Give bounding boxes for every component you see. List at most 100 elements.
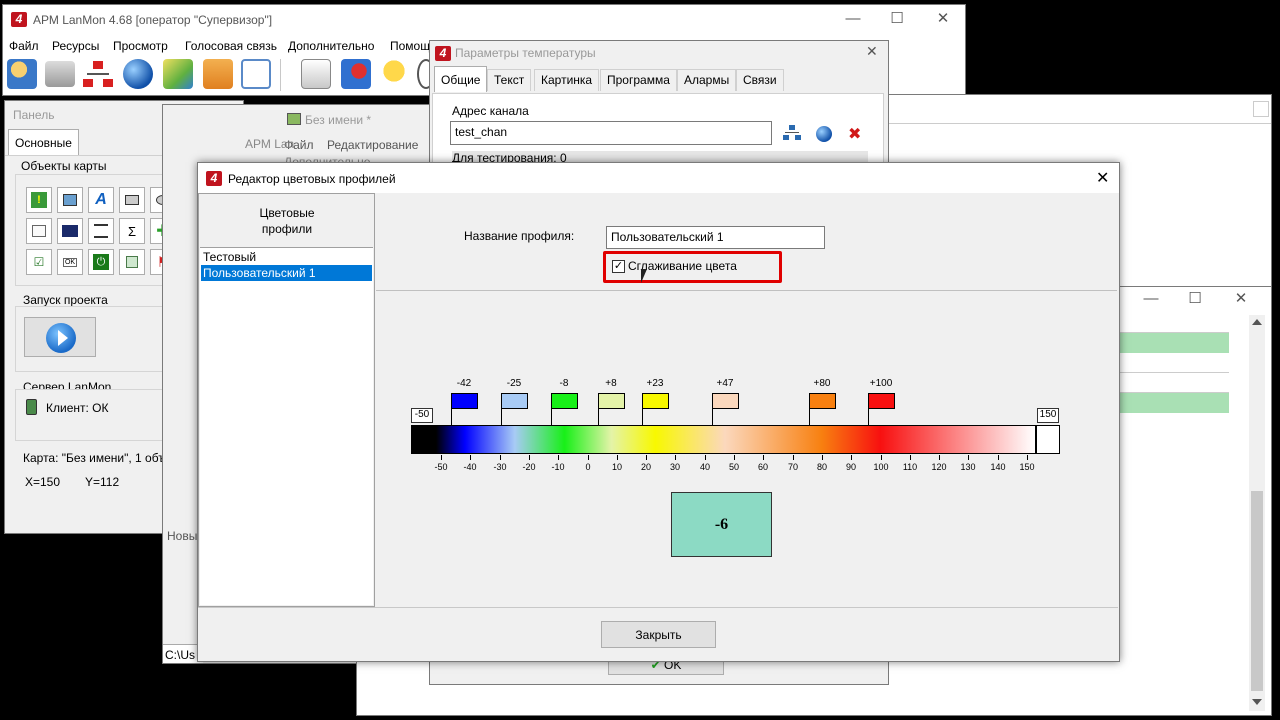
scale-tick-label: 130 [960, 462, 976, 472]
rectangle-object-icon[interactable] [119, 187, 145, 213]
editor-close-icon[interactable]: ✕ [1096, 168, 1109, 188]
tab-alarms[interactable]: Алармы [677, 69, 737, 91]
max-color-swatch[interactable] [1036, 425, 1060, 454]
marker-line [642, 409, 643, 426]
right-maximize-button[interactable]: ☐ [1175, 287, 1215, 311]
tab-main[interactable]: Основные [8, 129, 79, 155]
server-icon[interactable] [45, 61, 75, 87]
bell-icon[interactable] [379, 59, 409, 89]
tab-links[interactable]: Связи [736, 69, 784, 91]
scale-tick [998, 455, 999, 460]
doc-menu-edit[interactable]: Редактирование [327, 138, 418, 152]
channel-delete-icon[interactable]: ✖ [848, 124, 861, 144]
chart-object-icon[interactable] [26, 218, 52, 244]
table-row[interactable] [1117, 353, 1229, 373]
profile-item-selected[interactable]: Пользовательский 1 [201, 265, 372, 281]
menu-view[interactable]: Просмотр [113, 39, 168, 53]
scale-tick [617, 455, 618, 460]
close-button[interactable]: ✕ [923, 7, 963, 31]
scale-tick-label: 10 [611, 462, 622, 472]
min-color-swatch[interactable] [411, 425, 435, 454]
menu-help[interactable]: Помощ [390, 39, 430, 53]
tab-program[interactable]: Программа [600, 69, 677, 91]
scroll-thumb[interactable] [1251, 491, 1263, 691]
globe-icon[interactable] [123, 59, 153, 89]
temp-params-tabbar: Общие Текст Картинка Программа Алармы Св… [434, 66, 834, 93]
color-gradient-bar[interactable] [435, 425, 1036, 454]
editor-title: Редактор цветовых профилей [228, 172, 396, 186]
right-close-button[interactable]: ✕ [1221, 287, 1261, 311]
text-object-icon[interactable]: A [88, 187, 114, 213]
launch-project-button[interactable] [24, 317, 96, 357]
scale-tick-label: 80 [816, 462, 827, 472]
temp-params-title: Параметры температуры [455, 46, 596, 60]
copy-object-icon[interactable] [119, 249, 145, 275]
table-row[interactable] [1117, 317, 1229, 333]
marker-swatch[interactable] [451, 393, 478, 409]
marker-label: -42 [456, 378, 472, 389]
shapes-icon[interactable] [341, 59, 371, 89]
scale-tick [470, 455, 471, 460]
main-menubar: Файл Ресурсы Просмотр Голосовая связь До… [3, 37, 433, 57]
tab-text[interactable]: Текст [487, 69, 532, 91]
checkbox-object-icon[interactable]: ☑ [26, 249, 52, 275]
script-icon[interactable] [301, 59, 331, 89]
scroll-up-icon[interactable] [1252, 319, 1262, 325]
minimize-button[interactable]: — [833, 7, 873, 31]
scale-tick [793, 455, 794, 460]
scale-tick-label: -50 [434, 462, 448, 472]
channel-tree-icon[interactable] [783, 125, 801, 141]
table-row[interactable] [1117, 333, 1229, 353]
marker-swatch[interactable] [501, 393, 528, 409]
close-editor-button[interactable]: Закрыть [601, 621, 716, 648]
channel-globe-icon[interactable] [816, 126, 832, 142]
table-row[interactable] [1117, 373, 1229, 393]
marker-swatch[interactable] [598, 393, 625, 409]
profile-name-input[interactable]: Пользовательский 1 [606, 226, 825, 249]
right-minimize-button[interactable]: — [1131, 287, 1171, 311]
list-object-icon[interactable] [88, 218, 114, 244]
menu-resources[interactable]: Ресурсы [52, 39, 99, 53]
main-window-title: АРМ LanMon 4.68 [оператор "Супервизор"] [33, 13, 273, 27]
maximize-button[interactable]: ☐ [877, 7, 917, 31]
window-grid-icon[interactable] [241, 59, 271, 89]
marker-label: +100 [869, 378, 893, 389]
right-scrollbar[interactable] [1249, 315, 1265, 711]
channel-input[interactable]: test_chan [450, 121, 772, 145]
marker-swatch[interactable] [642, 393, 669, 409]
marker-swatch[interactable] [551, 393, 578, 409]
formula-object-icon[interactable]: Σ [119, 218, 145, 244]
boxes-icon[interactable] [203, 59, 233, 89]
scale-tick [1027, 455, 1028, 460]
scale-tick [705, 455, 706, 460]
warning-object-icon[interactable]: ! [26, 187, 52, 213]
network-icon[interactable] [83, 61, 113, 91]
scroll-down-icon[interactable] [1252, 699, 1262, 705]
power-object-icon[interactable]: ⏻ [88, 249, 114, 275]
tab-general[interactable]: Общие [434, 66, 488, 92]
min-value-box[interactable]: -50 [411, 408, 433, 423]
users-icon[interactable] [7, 59, 37, 89]
max-value-box[interactable]: 150 [1037, 408, 1059, 423]
tab-picture[interactable]: Картинка [534, 69, 600, 91]
right-top-scroll-icon[interactable] [1253, 101, 1269, 117]
scale-tick-label: 110 [902, 462, 918, 472]
marker-swatch[interactable] [712, 393, 739, 409]
map-objects-label: Объекты карты [21, 159, 107, 173]
smoothing-checkbox[interactable]: ✓ [612, 260, 625, 273]
scale-tick [910, 455, 911, 460]
profile-item[interactable]: Тестовый [203, 250, 256, 264]
ok-button-object-icon[interactable]: OK [57, 249, 83, 275]
preview-value: -6 [714, 516, 729, 533]
menu-voice[interactable]: Голосовая связь [185, 39, 277, 53]
menu-file[interactable]: Файл [9, 39, 39, 53]
menu-extra[interactable]: Дополнительно [288, 39, 374, 53]
table-row[interactable] [1117, 393, 1229, 413]
monitor-object-icon[interactable] [57, 218, 83, 244]
doc-path: C:\Us [165, 648, 195, 662]
map-icon[interactable] [163, 59, 193, 89]
marker-swatch[interactable] [809, 393, 836, 409]
image-object-icon[interactable] [57, 187, 83, 213]
marker-swatch[interactable] [868, 393, 895, 409]
temp-params-close-icon[interactable]: ✕ [866, 43, 878, 60]
